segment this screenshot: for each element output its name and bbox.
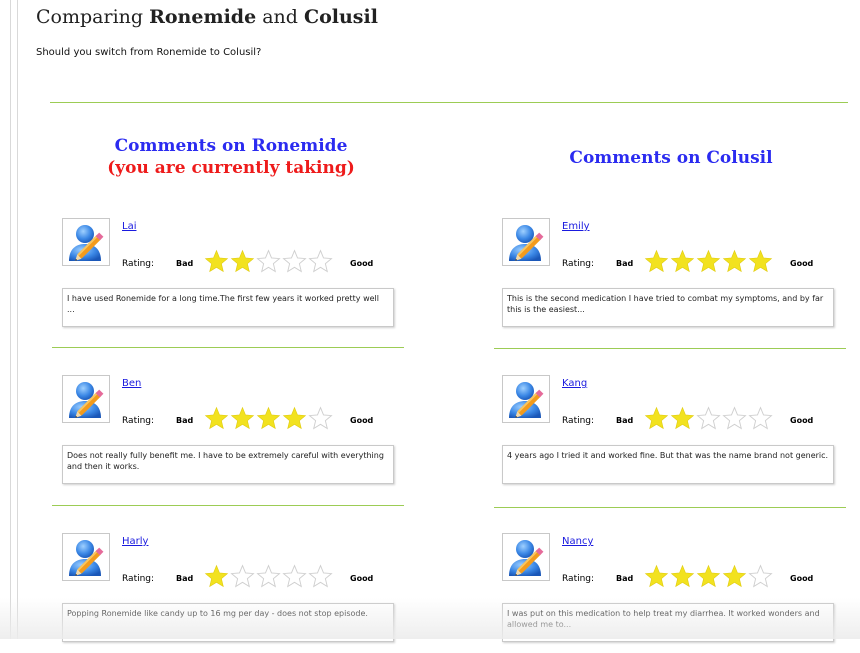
star-filled-icon[interactable] [696,248,721,275]
rating-label: Rating: [562,574,595,584]
rating-good-label: Good [790,259,814,268]
left-heading-title: Comments on Ronemide [114,136,348,156]
star-empty-icon[interactable] [282,248,307,275]
star-empty-icon[interactable] [696,405,721,432]
page-subtitle: Should you switch from Ronemide to Colus… [36,47,262,58]
left-heading-current: (you are currently taking) [107,158,355,178]
reviewer-name-link[interactable]: Nancy [562,536,593,547]
star-empty-icon[interactable] [308,563,333,590]
rating-bad-label: Bad [616,416,634,425]
rating-bad-label: Bad [176,574,194,583]
star-empty-icon[interactable] [748,405,773,432]
star-filled-icon[interactable] [204,563,229,590]
review-comment: I have used Ronemide for a long time.The… [62,288,394,327]
star-rating [204,248,334,276]
rating-good-label: Good [350,259,374,268]
star-filled-icon[interactable] [204,248,229,275]
review-comment: I was put on this medication to help tre… [502,603,834,642]
star-filled-icon[interactable] [696,563,721,590]
star-filled-icon[interactable] [230,248,255,275]
rating-label: Rating: [562,259,595,269]
star-empty-icon[interactable] [256,248,281,275]
left-column-heading: Comments on Ronemide (you are currently … [56,135,406,179]
review-card: Harly Rating: Bad Good Popping Ronemide … [62,533,402,653]
reviewer-name-link[interactable]: Emily [562,221,590,232]
review-comment: This is the second medication I have tri… [502,288,834,327]
page-left-border [10,0,18,639]
star-filled-icon[interactable] [722,248,747,275]
user-edit-icon [502,533,550,581]
star-filled-icon[interactable] [670,248,695,275]
reviewer-name-link[interactable]: Harly [122,536,148,547]
star-empty-icon[interactable] [722,405,747,432]
top-divider [50,102,848,103]
star-rating [204,405,334,433]
star-filled-icon[interactable] [644,563,669,590]
user-edit-icon [62,533,110,581]
star-filled-icon[interactable] [282,405,307,432]
reviewer-name-link[interactable]: Ben [122,378,141,389]
star-empty-icon[interactable] [308,405,333,432]
rating-label: Rating: [122,574,155,584]
rating-good-label: Good [350,574,374,583]
review-card: Lai Rating: Bad Good I have used Ronemid… [62,218,402,338]
star-filled-icon[interactable] [256,405,281,432]
review-divider [52,505,404,506]
right-column-heading: Comments on Colusil [496,147,846,169]
star-filled-icon[interactable] [644,405,669,432]
rating-bad-label: Bad [616,574,634,583]
rating-good-label: Good [790,416,814,425]
star-filled-icon[interactable] [644,248,669,275]
right-heading-title: Comments on Colusil [569,148,773,168]
review-comment: Popping Ronemide like candy up to 16 mg … [62,603,394,642]
rating-good-label: Good [790,574,814,583]
review-card: Emily Rating: Bad Good This is the secon… [502,218,842,338]
user-edit-icon [502,375,550,423]
reviewer-name-link[interactable]: Lai [122,221,136,232]
star-rating [644,248,774,276]
star-empty-icon[interactable] [230,563,255,590]
review-card: Nancy Rating: Bad Good I was put on this… [502,533,842,653]
star-empty-icon[interactable] [282,563,307,590]
star-rating [204,563,334,591]
star-filled-icon[interactable] [670,405,695,432]
star-rating [644,563,774,591]
review-card: Ben Rating: Bad Good Does not really ful… [62,375,402,495]
title-drug-b: Colusil [303,6,378,28]
rating-label: Rating: [562,416,595,426]
review-comment: 4 years ago I tried it and worked fine. … [502,445,834,484]
rating-bad-label: Bad [176,259,194,268]
title-prefix: Comparing [36,6,150,28]
rating-label: Rating: [122,416,155,426]
page-title: Comparing Ronemide and Colusil [36,6,378,28]
star-empty-icon[interactable] [308,248,333,275]
review-card: Kang Rating: Bad Good 4 years ago I trie… [502,375,842,495]
star-filled-icon[interactable] [204,405,229,432]
star-filled-icon[interactable] [230,405,255,432]
rating-good-label: Good [350,416,374,425]
user-edit-icon [62,375,110,423]
star-empty-icon[interactable] [748,563,773,590]
star-filled-icon[interactable] [722,563,747,590]
rating-label: Rating: [122,259,155,269]
title-middle: and [256,6,304,28]
title-drug-a: Ronemide [149,6,257,28]
star-rating [644,405,774,433]
star-filled-icon[interactable] [670,563,695,590]
user-edit-icon [62,218,110,266]
review-divider [52,347,404,348]
rating-bad-label: Bad [616,259,634,268]
review-comment: Does not really fully benefit me. I have… [62,445,394,484]
review-divider [494,507,846,508]
user-edit-icon [502,218,550,266]
star-filled-icon[interactable] [748,248,773,275]
rating-bad-label: Bad [176,416,194,425]
star-empty-icon[interactable] [256,563,281,590]
reviewer-name-link[interactable]: Kang [562,378,587,389]
review-divider [494,348,846,349]
